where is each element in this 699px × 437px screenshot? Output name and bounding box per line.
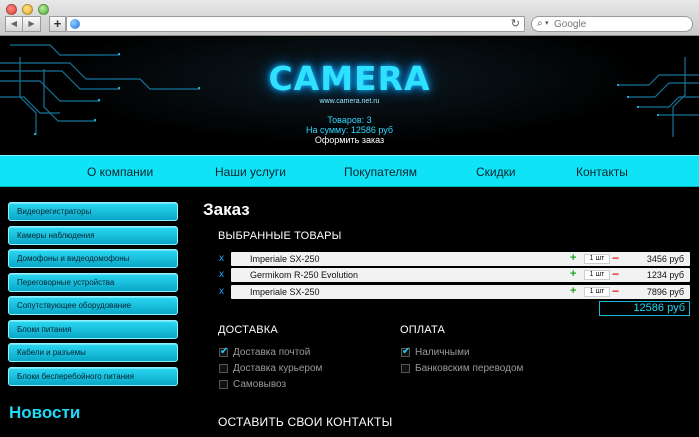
back-button[interactable]: ◀ [5,16,23,32]
nav-discounts[interactable]: Скидки [476,156,516,188]
chevron-down-icon[interactable]: ▾ [545,18,549,30]
item-name[interactable]: Imperiale SX-250 [250,285,320,299]
reload-icon[interactable]: ↻ [511,17,520,31]
globe-icon [70,19,80,29]
sidebar-item-accessories[interactable]: Сопутствующее оборудование [8,296,178,315]
increase-qty-button[interactable]: + [570,252,576,265]
delivery-heading: ДОСТАВКА [218,324,278,336]
page-title: Заказ [203,200,250,219]
item-price: 7896 руб [646,287,684,297]
sidebar-item-ups[interactable]: Блоки бесперебойного питания [8,366,178,386]
nav-contacts[interactable]: Контакты [576,156,628,188]
nav-about[interactable]: О компании [87,156,153,188]
back-arrow-icon: ◀ [10,19,18,28]
increase-qty-button[interactable]: + [570,285,576,298]
address-bar[interactable]: ↻ [66,16,525,32]
cart-row: x Imperiale SX-250 + 1 шт − 3456 руб [219,252,690,266]
remove-item-button[interactable]: x [219,252,231,266]
contacts-heading: ОСТАВИТЬ СВОИ КОНТАКТЫ [218,415,393,429]
checkbox-checked[interactable] [401,346,410,357]
item-name[interactable]: Germikom R-250 Evolution [250,268,358,282]
option-label: Банковским переводом [415,363,524,374]
forward-button[interactable]: ▶ [23,16,41,32]
sidebar-item-dvr[interactable]: Видеорегистраторы [8,202,178,221]
browser-chrome: ◀ ▶ + ↻ ⌕ ▾ [0,0,699,36]
checkbox-unchecked[interactable] [219,364,228,373]
sidebar-item-cables[interactable]: Кабели и разъемы [8,343,178,362]
payment-heading: ОПЛАТА [400,324,446,336]
sidebar-item-power-supplies[interactable]: Блоки питания [8,319,178,339]
zoom-window-button[interactable] [38,4,49,15]
nav-services[interactable]: Наши услуги [215,156,286,188]
close-window-button[interactable] [6,4,17,15]
cart-row: x Imperiale SX-250 + 1 шт − 7896 руб [219,285,690,299]
minimize-window-button[interactable] [22,4,33,15]
option-label: Доставка почтой [233,347,311,358]
site-logo[interactable]: CAMERA [0,59,699,98]
sidebar-item-cameras[interactable]: Камеры наблюдения [8,225,178,245]
window-controls [6,4,49,15]
item-price: 1234 руб [646,270,684,280]
remove-item-button[interactable]: x [219,268,231,282]
decrease-qty-button[interactable]: − [612,252,619,264]
cart-sum: На сумму: 12586 руб [305,125,394,135]
increase-qty-button[interactable]: + [570,268,576,281]
search-icon: ⌕ [537,18,543,29]
qty-field[interactable]: 1 шт [584,287,610,297]
checkbox-unchecked[interactable] [401,364,410,373]
site-header: CAMERA www.camera.net.ru Товаров: 3 На с… [0,37,699,155]
item-name[interactable]: Imperiale SX-250 [250,252,320,266]
decrease-qty-button[interactable]: − [612,268,619,280]
selected-items-heading: ВЫБРАННЫЕ ТОВАРЫ [218,230,342,242]
qty-field[interactable]: 1 шт [584,254,610,264]
cart-row-bar: Imperiale SX-250 + 1 шт − 3456 руб [231,252,690,266]
nav-customers[interactable]: Покупателям [344,156,417,188]
cart-count: Товаров: 3 [327,115,372,125]
checkbox-checked[interactable] [219,346,228,357]
decrease-qty-button[interactable]: − [612,285,619,297]
option-label: Доставка курьером [233,363,323,374]
history-buttons: ◀ ▶ [5,16,41,32]
sidebar-item-intercoms[interactable]: Домофоны и видеодомофоны [8,249,178,268]
main-nav: О компании Наши услуги Покупателям Скидк… [0,155,699,187]
cart-row: x Germikom R-250 Evolution + 1 шт − 1234… [219,268,690,282]
checkout-link[interactable]: Оформить заказ [0,135,699,145]
sidebar-item-talk-devices[interactable]: Переговорные устройства [8,272,178,292]
browser-search[interactable]: ⌕ ▾ [531,16,693,32]
order-total: 12586 руб [599,301,690,316]
category-sidebar: Видеорегистраторы Камеры наблюдения Домо… [8,202,178,390]
site-url: www.camera.net.ru [319,98,380,105]
checkbox-unchecked[interactable] [219,380,228,389]
new-tab-button[interactable]: + [49,16,66,32]
news-heading: Новости [9,403,81,422]
item-price: 3456 руб [646,254,684,264]
plus-icon: + [53,16,62,31]
remove-item-button[interactable]: x [219,285,231,299]
cart-row-bar: Imperiale SX-250 + 1 шт − 7896 руб [231,285,690,299]
browser-search-input[interactable] [554,18,684,30]
option-label: Наличными [415,347,470,358]
option-label: Самовывоз [233,379,287,390]
qty-field[interactable]: 1 шт [584,270,610,280]
cart-row-bar: Germikom R-250 Evolution + 1 шт − 1234 р… [231,268,690,282]
forward-arrow-icon: ▶ [28,19,35,28]
